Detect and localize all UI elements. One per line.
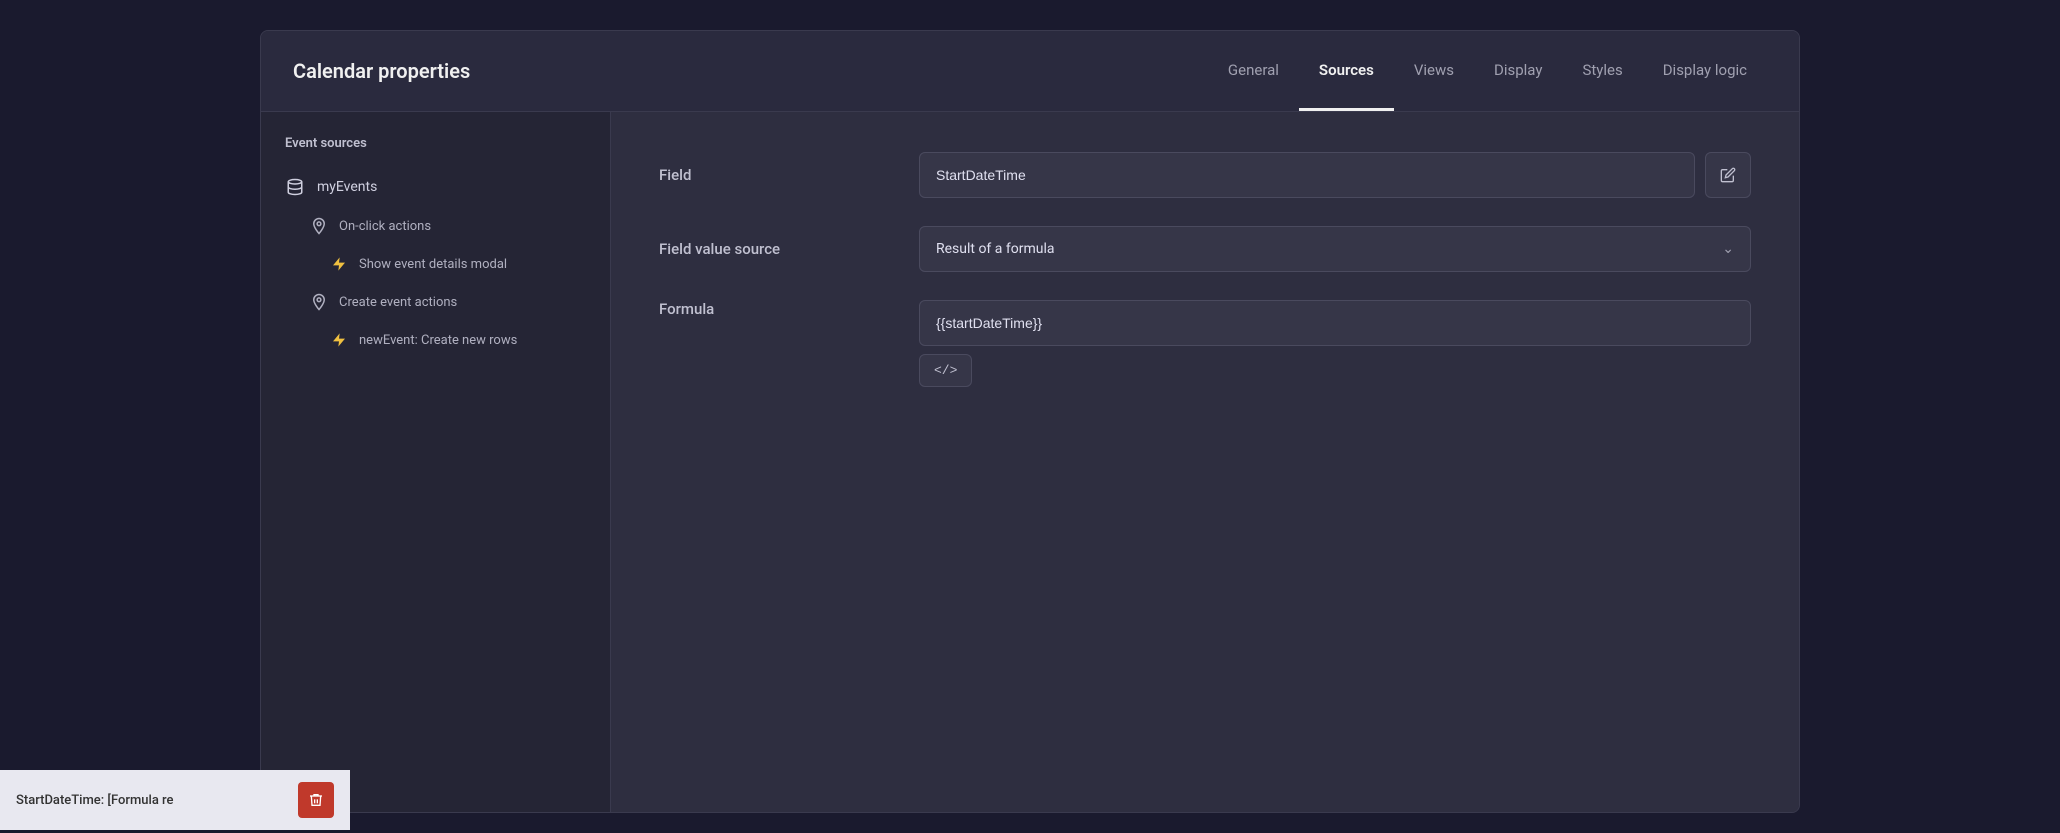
field-row: Field (659, 152, 1751, 198)
sidebar-item-myevents[interactable]: myEvents (261, 167, 610, 207)
bottom-bar: StartDateTime: [Formula re (260, 770, 350, 813)
tab-sources[interactable]: Sources (1299, 31, 1394, 111)
tab-general[interactable]: General (1208, 31, 1299, 111)
tab-display[interactable]: Display (1474, 31, 1562, 111)
tab-views[interactable]: Views (1394, 31, 1474, 111)
modal-header: Calendar properties General Sources View… (261, 31, 1799, 112)
field-value-source-select[interactable]: Result of a formula ⌄ (919, 226, 1751, 272)
edit-field-button[interactable] (1705, 152, 1751, 198)
sidebar: Event sources myEvents (261, 112, 611, 812)
tab-display-logic[interactable]: Display logic (1643, 31, 1767, 111)
create-event-actions-label: Create event actions (339, 295, 457, 310)
modal-body: Event sources myEvents (261, 112, 1799, 812)
bottom-bar-container: StartDateTime: [Formula re (260, 770, 350, 813)
sidebar-section-title: Event sources (261, 136, 610, 167)
field-label: Field (659, 166, 919, 184)
main-content: Field Field value source Result of a for… (611, 112, 1799, 812)
formula-label: Formula (659, 300, 919, 318)
field-value-source-value: Result of a formula (936, 241, 1054, 257)
cursor-icon-create (309, 292, 329, 312)
tab-styles[interactable]: Styles (1562, 31, 1642, 111)
sidebar-item-show-event-modal[interactable]: Show event details modal (261, 245, 610, 283)
bolt-icon-show-event (329, 254, 349, 274)
formula-row: Formula </> (659, 300, 1751, 387)
sidebar-item-onclick-actions[interactable]: On-click actions (261, 207, 610, 245)
code-button[interactable]: </> (919, 354, 972, 387)
sidebar-item-new-event-create-rows[interactable]: newEvent: Create new rows (261, 321, 610, 359)
tab-navigation: General Sources Views Display Styles Dis… (1208, 31, 1767, 111)
field-value-source-label: Field value source (659, 240, 919, 258)
bolt-icon-create-rows (329, 330, 349, 350)
cursor-icon-onclick (309, 216, 329, 236)
myevents-label: myEvents (317, 179, 377, 195)
field-value-source-row: Field value source Result of a formula ⌄ (659, 226, 1751, 272)
new-event-create-rows-label: newEvent: Create new rows (359, 333, 517, 348)
delete-button[interactable] (298, 782, 334, 813)
chevron-down-icon: ⌄ (1722, 241, 1734, 257)
formula-input[interactable] (919, 300, 1751, 346)
field-input-container (919, 152, 1751, 198)
database-icon (285, 177, 305, 197)
show-event-modal-label: Show event details modal (359, 257, 507, 272)
field-input[interactable] (919, 152, 1695, 198)
formula-field-wrapper: </> (919, 300, 1751, 387)
sidebar-item-create-event-actions[interactable]: Create event actions (261, 283, 610, 321)
onclick-actions-label: On-click actions (339, 219, 431, 234)
modal-title: Calendar properties (293, 59, 470, 83)
calendar-properties-modal: Calendar properties General Sources View… (260, 30, 1800, 813)
